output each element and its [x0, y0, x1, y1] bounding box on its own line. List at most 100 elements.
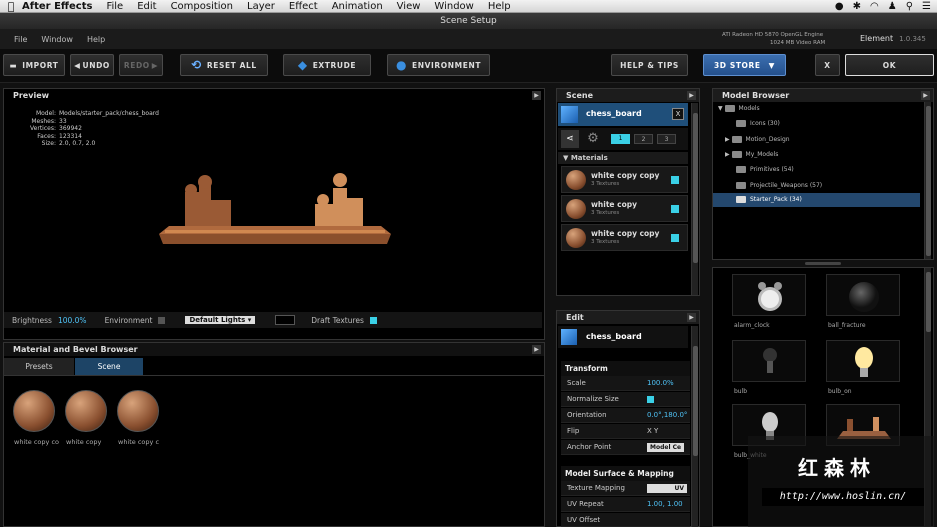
material-thumb[interactable] — [13, 390, 55, 432]
panel-menu-icon[interactable]: ▶ — [532, 345, 541, 354]
material-checkbox[interactable] — [671, 176, 679, 184]
menu-window[interactable]: Window — [434, 1, 473, 12]
user-icon[interactable]: ♟ — [888, 1, 897, 12]
scene-scrollbar[interactable] — [691, 103, 698, 295]
folder-icon — [731, 136, 742, 143]
apple-menu-icon[interactable]:  — [0, 0, 22, 13]
group-1[interactable]: 1 — [611, 134, 630, 144]
menu-animation[interactable]: Animation — [332, 1, 383, 12]
material-row[interactable]: white copy copy 3 Textures — [561, 224, 688, 251]
flip-value[interactable]: X Y — [647, 424, 658, 439]
ok-button[interactable]: OK — [845, 54, 934, 76]
material-thumb[interactable] — [65, 390, 107, 432]
uv-repeat-value[interactable]: 1.00, 1.00 — [647, 497, 683, 512]
panel-splitter[interactable] — [805, 262, 841, 265]
group-2[interactable]: 2 — [634, 134, 653, 144]
panel-menu-icon[interactable]: ▶ — [921, 91, 930, 100]
app-menu-help[interactable]: Help — [87, 35, 105, 44]
app-menu-window[interactable]: Window — [41, 35, 73, 44]
chessboard-render[interactable] — [155, 170, 395, 250]
anchor-dropdown[interactable]: Model Ce — [647, 443, 685, 452]
environment-checkbox[interactable] — [158, 316, 166, 324]
bluetooth-icon[interactable]: ✱ — [853, 1, 861, 12]
material-thumb[interactable] — [117, 390, 159, 432]
menu-help[interactable]: Help — [488, 1, 511, 12]
ok-label: OK — [882, 60, 897, 70]
app-menu-file[interactable]: File — [14, 35, 27, 44]
extrude-button[interactable]: ◆ EXTRUDE — [283, 54, 371, 76]
tree-item-motion-design[interactable]: ▶ Motion_Design — [725, 133, 790, 147]
tab-presets[interactable]: Presets — [4, 358, 74, 375]
lights-dropdown[interactable]: Default Lights ▾ — [185, 316, 256, 324]
list-icon[interactable]: ☰ — [922, 1, 931, 12]
group-3[interactable]: 3 — [657, 134, 676, 144]
undo-button[interactable]: ◀ UNDO — [70, 54, 114, 76]
tab-divider — [4, 375, 544, 376]
material-caption: white copy — [66, 438, 102, 446]
tree-root[interactable]: ▼ Models — [718, 102, 760, 116]
model-thumb-bulb-on[interactable] — [826, 340, 900, 382]
record-icon[interactable]: ● — [835, 1, 844, 12]
model-thumb-ball-fracture[interactable] — [826, 274, 900, 316]
panel-menu-icon[interactable]: ▶ — [687, 91, 696, 100]
scrollbar-thumb[interactable] — [926, 106, 931, 256]
3d-store-label: 3D STORE — [713, 60, 761, 70]
scene-object-row[interactable]: chess_board X — [558, 103, 688, 126]
material-row[interactable]: white copy 3 Textures — [561, 195, 688, 222]
reset-all-button[interactable]: ⟲ RESET ALL — [180, 54, 268, 76]
material-checkbox[interactable] — [671, 234, 679, 242]
transform-section[interactable]: Transform — [561, 361, 690, 376]
scrollbar-thumb[interactable] — [693, 113, 698, 263]
tree-item-primitives[interactable]: Primitives (54) — [736, 163, 794, 177]
3d-store-button[interactable]: 3D STORE ▼ — [703, 54, 786, 76]
tab-scene[interactable]: Scene — [75, 358, 143, 375]
flip-row: Flip X Y — [561, 424, 690, 439]
menu-effect[interactable]: Effect — [289, 1, 318, 12]
menu-layer[interactable]: Layer — [247, 1, 275, 12]
plugin-title: Element — [860, 34, 894, 43]
search-icon[interactable]: ⚲ — [906, 1, 913, 12]
import-button[interactable]: ▬ IMPORT — [3, 54, 65, 76]
panel-menu-icon[interactable]: ▶ — [687, 313, 696, 322]
close-button[interactable]: X — [815, 54, 840, 76]
environment-button[interactable]: ● ENVIRONMENT — [387, 54, 490, 76]
model-thumb-alarm-clock[interactable] — [732, 274, 806, 316]
app-name-menu[interactable]: After Effects — [22, 1, 92, 12]
menu-file[interactable]: File — [106, 1, 123, 12]
texture-mapping-dropdown[interactable]: UV — [647, 484, 687, 493]
scale-value[interactable]: 100.0% — [647, 376, 674, 391]
draft-textures-checkbox[interactable] — [369, 316, 377, 324]
model-thumb-bulb[interactable] — [732, 340, 806, 382]
tree-item-my-models[interactable]: ▶ My_Models — [725, 148, 778, 162]
share-icon[interactable]: ⋖ — [561, 130, 579, 148]
tree-item-icons[interactable]: Icons (30) — [736, 117, 780, 131]
material-row[interactable]: white copy copy 3 Textures — [561, 166, 688, 193]
redo-icon: ▶ — [151, 60, 159, 70]
menu-view[interactable]: View — [397, 1, 421, 12]
materials-section[interactable]: ▼ Materials — [558, 152, 688, 164]
menu-composition[interactable]: Composition — [171, 1, 233, 12]
tree-item-starter-pack[interactable]: Starter_Pack (34) — [713, 193, 920, 207]
tree-item-projectile-weapons[interactable]: Projectile_Weapons (57) — [736, 179, 822, 193]
menu-edit[interactable]: Edit — [137, 1, 156, 12]
scrollbar-thumb[interactable] — [693, 346, 698, 456]
edit-scrollbar[interactable] — [691, 326, 698, 527]
brightness-value[interactable]: 100.0% — [58, 316, 87, 325]
wifi-icon[interactable]: ◠ — [870, 1, 879, 12]
gear-icon[interactable]: ⚙ — [584, 130, 602, 148]
material-checkbox[interactable] — [671, 205, 679, 213]
bg-color-swatch[interactable] — [275, 315, 296, 325]
info-size: 2.0, 0.7, 2.0 — [59, 140, 96, 148]
redo-button[interactable]: REDO ▶ — [119, 54, 163, 76]
import-label: IMPORT — [22, 60, 59, 70]
orientation-value[interactable]: 0.0°,180.0° — [647, 408, 687, 423]
scrollbar-thumb[interactable] — [926, 272, 931, 332]
remove-object-button[interactable]: X — [672, 108, 684, 120]
preview-header: Preview ▶ — [4, 89, 544, 102]
help-tips-button[interactable]: HELP & TIPS — [611, 54, 688, 76]
info-faces: 123314 — [59, 132, 82, 140]
tree-scrollbar[interactable] — [924, 102, 931, 259]
normalize-checkbox[interactable] — [647, 396, 654, 403]
panel-menu-icon[interactable]: ▶ — [532, 91, 541, 100]
surface-section[interactable]: Model Surface & Mapping — [561, 466, 690, 481]
